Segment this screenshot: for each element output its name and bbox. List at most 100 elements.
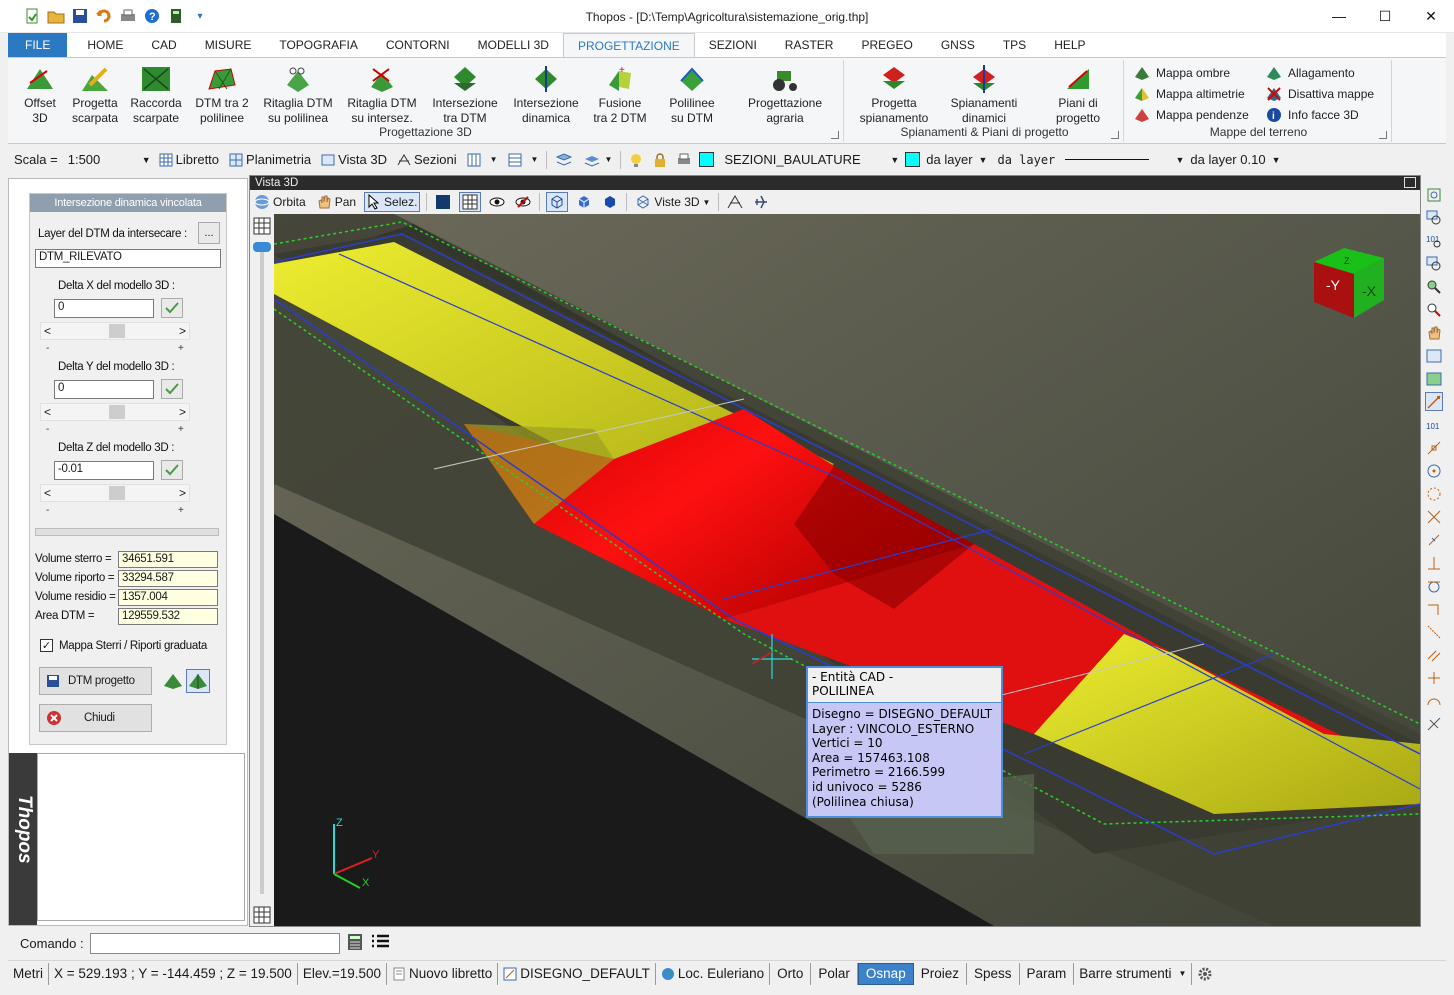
snap-quadrant-icon[interactable] [1425,484,1443,503]
apply-x-button[interactable] [161,298,183,318]
scale-combo[interactable]: 1:500 [64,150,136,170]
fusione-tra-2-dtm-button[interactable]: + Fusione tra 2 DTM [590,64,650,126]
tab-cad[interactable]: CAD [137,33,190,57]
mappa-graduata-checkbox[interactable]: ✓ Mappa Sterri / Riporti graduata [40,639,207,652]
tab-sezioni[interactable]: SEZIONI [695,33,771,57]
settings-icon[interactable] [1192,963,1218,985]
zoom-window-icon[interactable] [1425,208,1443,227]
grid-icon[interactable] [459,192,482,212]
apply-z-button[interactable] [161,460,183,480]
browse-button[interactable]: ... [198,222,220,244]
section-icon[interactable] [725,192,745,212]
zoom-out-icon[interactable] [1425,300,1443,319]
libretto-button[interactable]: Libretto [157,150,221,170]
tab-pregeo[interactable]: PREGEO [847,33,926,57]
dtm-progetto-button[interactable]: DTM progetto [39,667,152,695]
tab-misure[interactable]: MISURE [191,33,266,57]
solid-cube-icon[interactable] [600,192,620,212]
bulb-icon[interactable] [627,150,645,170]
slider-thumb[interactable] [109,324,125,338]
planimetria-button[interactable]: Planimetria [227,150,313,170]
progettazione-agraria-button[interactable]: Progettazione agraria [740,64,830,126]
info-facce-3d-button[interactable]: i Info facce 3D [1266,106,1359,124]
calculator-icon[interactable] [346,933,364,954]
delta-x-input[interactable]: 0 [54,299,154,318]
orbita-button[interactable]: Orbita [252,192,308,212]
location-status[interactable]: Loc. Euleriano [656,962,771,985]
tab-progettazione[interactable]: PROGETTAZIONE [562,33,695,57]
zoom-slider-track[interactable] [260,244,264,894]
layer-input[interactable]: DTM_RILEVATO [35,249,221,268]
tab-tps[interactable]: TPS [989,33,1040,57]
layout-columns-icon[interactable]: ▼ [465,150,500,170]
close-button[interactable]: ✕ [1408,0,1454,32]
chevron-down-icon[interactable]: ▼ [142,155,151,165]
delta-z-slider[interactable]: < > [40,484,190,502]
sezioni-button[interactable]: Sezioni [395,150,459,170]
checkbox-check-icon[interactable]: ✓ [40,639,53,652]
minimize-button[interactable]: — [1316,0,1362,32]
drawing-status[interactable]: DISEGNO_DEFAULT [498,962,656,985]
chevron-down-icon[interactable]: ▼ [890,155,899,165]
linetype-combo[interactable]: da layer [993,150,1169,170]
chevron-down-icon[interactable]: ▼ [1272,155,1281,165]
intersezione-tra-dtm-button[interactable]: Intersezione tra DTM [428,64,502,126]
maximize-view-icon[interactable] [1404,177,1416,188]
group-launcher[interactable] [831,131,839,139]
snap-endpoint-icon[interactable] [1425,392,1443,411]
pan-button[interactable]: Pan [314,192,358,212]
raccorda-scarpate-button[interactable]: Raccorda scarpate [128,64,184,126]
offset-3d-button[interactable]: Offset 3D [18,64,62,126]
tab-raster[interactable]: RASTER [771,33,848,57]
chiudi-button[interactable]: Chiudi [39,704,152,732]
eye-icon[interactable] [487,192,507,212]
delta-y-slider[interactable]: < > [40,403,190,421]
param-toggle[interactable]: Param [1020,962,1075,985]
background-icon[interactable] [433,192,453,212]
picture-icon[interactable] [1425,369,1443,388]
snap-midpoint-icon[interactable] [1425,438,1443,457]
tab-contorni[interactable]: CONTORNI [372,33,464,57]
polar-toggle[interactable]: Polar [811,962,858,985]
apply-y-button[interactable] [161,379,183,399]
osnap-toggle[interactable]: Osnap [857,962,914,985]
slider-thumb[interactable] [109,405,125,419]
hide-icon[interactable] [513,192,533,212]
snap-extension-icon[interactable] [1425,622,1443,641]
orto-toggle[interactable]: Orto [770,962,812,985]
selez-button[interactable]: Selez. [364,192,421,212]
shaded-cube-icon[interactable] [574,192,594,212]
group-launcher[interactable] [1379,131,1387,139]
color-mode-combo[interactable]: da layer [926,152,972,167]
delta-z-input[interactable]: -0.01 [54,461,154,480]
spianamenti-dinamici-button[interactable]: Spianamenti dinamici [944,64,1024,126]
tab-topografia[interactable]: TOPOGRAFIA [265,33,371,57]
progetta-scarpata-button[interactable]: Progetta scarpata [68,64,122,126]
snap-perpendicular-icon[interactable] [1425,530,1443,549]
snap-parallel-icon[interactable] [1425,645,1443,664]
dtm-view-active-icon[interactable] [186,669,210,693]
list-icon[interactable] [370,933,390,954]
zoom-coords-icon[interactable]: 101 [1425,231,1443,250]
disattiva-mappe-button[interactable]: Disattiva mappe [1266,85,1374,103]
tab-help[interactable]: HELP [1040,33,1099,57]
zoom-extents-icon[interactable] [1425,185,1443,204]
grid-toggle-icon[interactable] [253,217,271,235]
notes-area[interactable] [37,753,245,921]
maximize-button[interactable]: ☐ [1362,0,1408,32]
zoom-in-icon[interactable] [1425,277,1443,296]
3d-scene[interactable]: -Y -X Z Z Y X - Entità CAD - POLILINEA D… [274,214,1420,926]
zoom-slider-thumb[interactable] [253,242,271,252]
zoom-previous-icon[interactable] [1425,254,1443,273]
layout-rows-icon[interactable]: ▼ [506,150,541,170]
snap-coords-icon[interactable]: 101 [1425,415,1443,434]
mappa-altimetrie-button[interactable]: Mappa altimetrie [1134,85,1245,103]
delta-x-slider[interactable]: < > [40,322,190,340]
progetta-spianamento-button[interactable]: Progetta spianamento [856,64,932,126]
polilinee-su-dtm-button[interactable]: Polilinee su DTM [662,64,722,126]
allagamento-button[interactable]: Allagamento [1266,64,1355,82]
proiez-toggle[interactable]: Proiez [914,962,967,985]
snap-center-icon[interactable] [1425,461,1443,480]
dtm-view-icon[interactable] [163,672,183,693]
delta-y-input[interactable]: 0 [54,380,154,399]
